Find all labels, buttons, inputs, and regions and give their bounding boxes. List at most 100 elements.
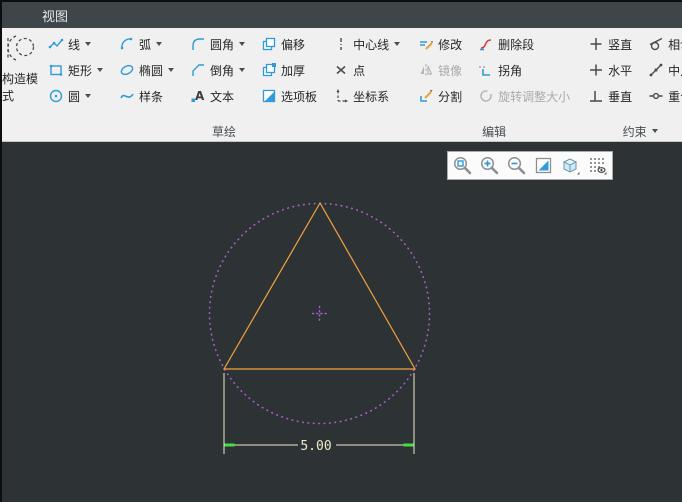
zoom-out-button[interactable] — [504, 153, 529, 178]
horizontal-constraint-button[interactable]: 水平 — [584, 57, 636, 83]
ellipse-button[interactable]: 椭圆 — [115, 57, 178, 83]
rotate-resize-button[interactable]: 旋转调整大小 — [474, 83, 574, 109]
coincident-constraint-button[interactable]: 重合 — [644, 83, 682, 109]
sketch-col-2: 弧 椭圆 样条 — [111, 31, 182, 109]
spline-button[interactable]: 样条 — [115, 83, 178, 109]
rectangle-dropdown-icon[interactable] — [97, 68, 103, 72]
midpoint-constraint-button[interactable]: 中点 — [644, 57, 682, 83]
csys-icon — [333, 88, 349, 104]
coincident-constraint-icon — [648, 88, 664, 104]
delete-segment-label: 删除段 — [498, 36, 534, 53]
application-window: 视图 构造模式 线 — [0, 0, 682, 502]
constrain-group-dropdown-icon[interactable] — [652, 129, 658, 133]
perpendicular-constraint-icon — [588, 88, 604, 104]
thicken-label: 加厚 — [281, 62, 305, 79]
thicken-icon — [261, 62, 277, 78]
modify-button[interactable]: 修改 — [414, 31, 466, 57]
zoom-out-icon — [506, 155, 527, 176]
rectangle-label: 矩形 — [68, 62, 92, 79]
construction-mode-button[interactable]: 构造模式 — [2, 28, 38, 141]
group-sketch-content: 线 矩形 — [40, 31, 408, 121]
sketch-col-1: 线 矩形 — [40, 31, 111, 109]
chamfer-dropdown-icon[interactable] — [239, 68, 245, 72]
ellipse-dropdown-icon[interactable] — [168, 68, 174, 72]
chamfer-icon — [190, 62, 206, 78]
fillet-button[interactable]: 圆角 — [186, 31, 249, 57]
offset-icon — [261, 36, 277, 52]
perpendicular-constraint-label: 垂直 — [608, 88, 632, 105]
centerline-dropdown-icon[interactable] — [394, 42, 400, 46]
vertical-constraint-button[interactable]: 竖直 — [584, 31, 636, 57]
sketch-col-5: 中心线 点 — [325, 31, 408, 109]
line-label: 线 — [68, 36, 80, 53]
divide-button[interactable]: 分割 — [414, 83, 466, 109]
repaint-button[interactable] — [531, 153, 556, 178]
palette-label: 选项板 — [281, 88, 317, 105]
dimension-arrowhead — [225, 444, 235, 447]
datum-display-button[interactable] — [585, 153, 610, 178]
construction-circle[interactable] — [210, 204, 430, 424]
sketch-group-label: 草绘 — [40, 121, 408, 141]
divide-label: 分割 — [438, 88, 462, 105]
zoom-in-button[interactable] — [477, 153, 502, 178]
modify-icon — [418, 36, 434, 52]
circle-dropdown-icon[interactable] — [85, 94, 91, 98]
rectangle-button[interactable]: 矩形 — [44, 57, 107, 83]
ellipse-label: 椭圆 — [139, 62, 163, 79]
modify-label: 修改 — [438, 36, 462, 53]
triangle-geometry[interactable] — [224, 203, 415, 369]
ellipse-icon — [119, 62, 135, 78]
spline-label: 样条 — [139, 88, 163, 105]
tab-view[interactable]: 视图 — [36, 6, 74, 25]
centerline-button[interactable]: 中心线 — [329, 31, 404, 57]
ribbon: 构造模式 线 — [2, 28, 682, 142]
text-button[interactable]: A 文本 — [186, 83, 249, 109]
rotate-resize-label: 旋转调整大小 — [498, 88, 570, 105]
group-edit: 修改 镜像 — [410, 28, 578, 141]
csys-label: 坐标系 — [353, 88, 389, 105]
arc-dropdown-icon[interactable] — [156, 42, 162, 46]
corner-label: 拐角 — [498, 62, 522, 79]
spline-icon — [119, 88, 135, 104]
horizontal-constraint-label: 水平 — [608, 62, 632, 79]
delete-segment-button[interactable]: 删除段 — [474, 31, 574, 57]
circle-button[interactable]: 圆 — [44, 83, 107, 109]
constrain-col-1: 竖直 水平 垂直 — [580, 31, 640, 109]
line-button[interactable]: 线 — [44, 31, 107, 57]
vertical-constraint-icon — [588, 36, 604, 52]
arc-label: 弧 — [139, 36, 151, 53]
constrain-group-label[interactable]: 约束 — [580, 121, 682, 141]
chamfer-button[interactable]: 倒角 — [186, 57, 249, 83]
line-dropdown-icon[interactable] — [85, 42, 91, 46]
palette-button[interactable]: 选项板 — [257, 83, 321, 109]
divide-icon — [418, 88, 434, 104]
zoom-refit-button[interactable] — [450, 153, 475, 178]
perpendicular-constraint-button[interactable]: 垂直 — [584, 83, 636, 109]
tangent-constraint-icon — [648, 36, 664, 52]
offset-button[interactable]: 偏移 — [257, 31, 321, 57]
fillet-dropdown-icon[interactable] — [239, 42, 245, 46]
palette-icon — [261, 88, 277, 104]
point-icon — [333, 62, 349, 78]
tangent-constraint-button[interactable]: 相切 — [644, 31, 682, 57]
csys-button[interactable]: 坐标系 — [329, 83, 404, 109]
constrain-group-label-text: 约束 — [623, 123, 647, 140]
corner-button[interactable]: 拐角 — [474, 57, 574, 83]
display-style-button[interactable] — [558, 153, 583, 178]
dimension-value[interactable]: 5.00 — [300, 439, 331, 454]
sketch-drawing[interactable]: 5.00 — [2, 142, 682, 502]
sketch-canvas[interactable]: 5.00 — [2, 142, 682, 502]
coincident-constraint-label: 重合 — [668, 88, 682, 105]
zoom-refit-icon — [452, 155, 473, 176]
mirror-button[interactable]: 镜像 — [414, 57, 466, 83]
repaint-icon — [533, 155, 554, 176]
fillet-icon — [190, 36, 206, 52]
rotate-resize-icon — [478, 88, 494, 104]
view-toolbar — [447, 151, 613, 180]
arc-button[interactable]: 弧 — [115, 31, 178, 57]
point-button[interactable]: 点 — [329, 57, 404, 83]
svg-text:A: A — [195, 89, 205, 103]
construction-mode-label: 构造模式 — [2, 70, 38, 104]
midpoint-constraint-icon — [648, 62, 664, 78]
thicken-button[interactable]: 加厚 — [257, 57, 321, 83]
